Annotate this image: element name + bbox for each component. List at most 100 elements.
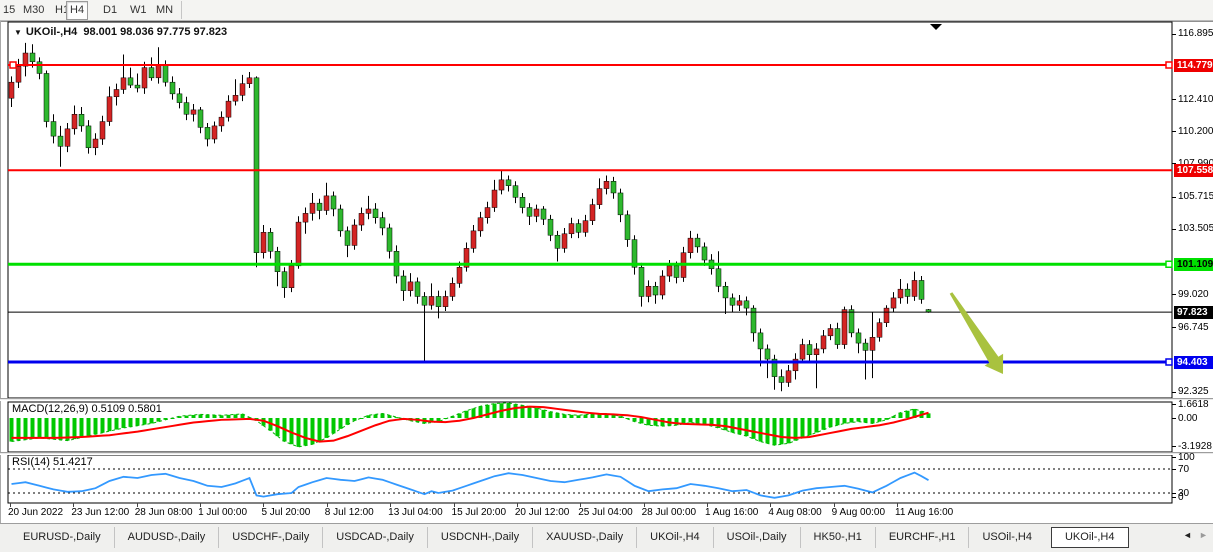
candle-bullish (821, 336, 826, 349)
tab-ukoil-h4[interactable]: UKOil-,H4 (636, 527, 713, 548)
candle-bearish (128, 78, 133, 85)
macd-histogram-bar (486, 405, 490, 418)
macd-histogram-bar (150, 418, 154, 423)
candle-bullish (884, 308, 889, 323)
tab-usdcad-daily[interactable]: USDCAD-,Daily (322, 527, 427, 548)
candle-bullish (107, 97, 112, 122)
tab-xauusd-daily[interactable]: XAUUSD-,Daily (532, 527, 636, 548)
candle-bullish (191, 110, 196, 114)
macd-histogram-bar (143, 418, 147, 425)
timeframe-button-m30[interactable]: M30 (20, 2, 47, 18)
candle-bullish (219, 117, 224, 126)
candle-bullish (93, 139, 98, 148)
macd-histogram-bar (542, 410, 546, 418)
candle-bearish (345, 231, 350, 246)
macd-histogram-bar (136, 418, 140, 426)
candle-bearish (919, 280, 924, 299)
macd-histogram-bar (52, 418, 56, 439)
chart-shift-marker-icon[interactable] (930, 24, 942, 30)
timeframe-button-d1[interactable]: D1 (100, 2, 120, 18)
candle-bullish (800, 345, 805, 360)
timeframe-button-mn[interactable]: MN (153, 2, 176, 18)
macd-histogram-bar (234, 414, 238, 418)
tab-eurusd-daily[interactable]: EURUSD-,Daily (10, 527, 114, 548)
tab-usoil-daily[interactable]: USOil-,Daily (713, 527, 800, 548)
macd-histogram-bar (325, 418, 329, 438)
candle-bearish (170, 82, 175, 94)
macd-histogram-bar (549, 412, 553, 418)
candle-bearish (695, 238, 700, 247)
macd-histogram-bar (689, 418, 693, 423)
timeframe-button-m15[interactable]: 15 (0, 2, 18, 18)
candle-bullish (842, 310, 847, 345)
candle-bullish (212, 126, 217, 139)
symbol-tab-bar: EURUSD-,DailyAUDUSD-,DailyUSDCHF-,DailyU… (0, 523, 1213, 552)
candle-bearish (576, 224, 581, 233)
tab-audusd-daily[interactable]: AUDUSD-,Daily (114, 527, 219, 548)
pane-separator-macd[interactable] (0, 398, 1213, 401)
tab-scroll-left-icon[interactable]: ◄ (1183, 530, 1192, 540)
hline-anchor[interactable] (1166, 359, 1172, 365)
pane-separator-rsi[interactable] (0, 452, 1213, 455)
candle-bearish (618, 193, 623, 215)
candle-bullish (471, 231, 476, 248)
macd-histogram-bar (24, 418, 28, 440)
macd-histogram-bar (556, 413, 560, 418)
hline-anchor[interactable] (10, 62, 16, 68)
hline-anchor[interactable] (1166, 62, 1172, 68)
rsi-line (12, 473, 929, 498)
timeframe-toolbar: 15 M30 H1 H4 D1 W1 MN (0, 0, 1213, 21)
tab-usdcnh-daily[interactable]: USDCNH-,Daily (427, 527, 532, 548)
candle-bearish (135, 85, 140, 88)
candle-bearish (639, 267, 644, 296)
tab-eurchf-h1[interactable]: EURCHF-,H1 (875, 527, 969, 548)
candle-bullish (366, 209, 371, 213)
hline-anchor[interactable] (1166, 261, 1172, 267)
macd-histogram-bar (374, 414, 378, 418)
candle-bearish (51, 122, 56, 137)
candle-bearish (856, 333, 861, 343)
macd-histogram-bar (115, 418, 119, 430)
candle-bullish (898, 289, 903, 298)
candle-bearish (807, 345, 812, 355)
candle-bullish (478, 218, 483, 231)
macd-histogram-bar (192, 415, 196, 418)
tab-hk50-h1[interactable]: HK50-,H1 (800, 527, 875, 548)
candle-bearish (86, 126, 91, 148)
macd-histogram-bar (332, 418, 336, 433)
tab-ukoil-h4-active[interactable]: UKOil-,H4 (1051, 527, 1129, 548)
tab-scroll-right-icon[interactable]: ► (1199, 530, 1208, 540)
candle-bullish (156, 65, 161, 78)
chart-canvas[interactable] (0, 0, 1213, 551)
candle-bearish (415, 282, 420, 297)
macd-histogram-bar (129, 418, 133, 427)
macd-histogram-bar (773, 418, 777, 445)
candle-bullish (485, 208, 490, 218)
tab-usdchf-daily[interactable]: USDCHF-,Daily (218, 527, 322, 548)
candle-bearish (527, 208, 532, 217)
candle-bearish (653, 286, 658, 295)
candle-bearish (373, 209, 378, 218)
candle-bullish (121, 78, 126, 90)
macd-histogram-bar (122, 418, 126, 428)
timeframe-button-w1[interactable]: W1 (127, 2, 150, 18)
candle-bearish (401, 276, 406, 291)
macd-histogram-bar (80, 418, 84, 437)
candle-bullish (737, 301, 742, 305)
candle-bearish (730, 298, 735, 305)
candle-bearish (779, 377, 784, 383)
macd-histogram-bar (871, 418, 875, 423)
macd-histogram-bar (493, 404, 497, 418)
candle-bearish (338, 209, 343, 231)
candle-bearish (163, 65, 168, 82)
macd-histogram-bar (808, 418, 812, 435)
macd-histogram-bar (766, 418, 770, 443)
tab-usoil-h4[interactable]: USOil-,H4 (968, 527, 1045, 548)
candle-bullish (891, 298, 896, 308)
timeframe-button-h4-active[interactable]: H4 (66, 1, 88, 20)
candle-bearish (282, 272, 287, 288)
candle-bearish (758, 333, 763, 349)
candle-bearish (905, 289, 910, 296)
candle-bearish (436, 296, 441, 306)
candle-bearish (702, 247, 707, 260)
